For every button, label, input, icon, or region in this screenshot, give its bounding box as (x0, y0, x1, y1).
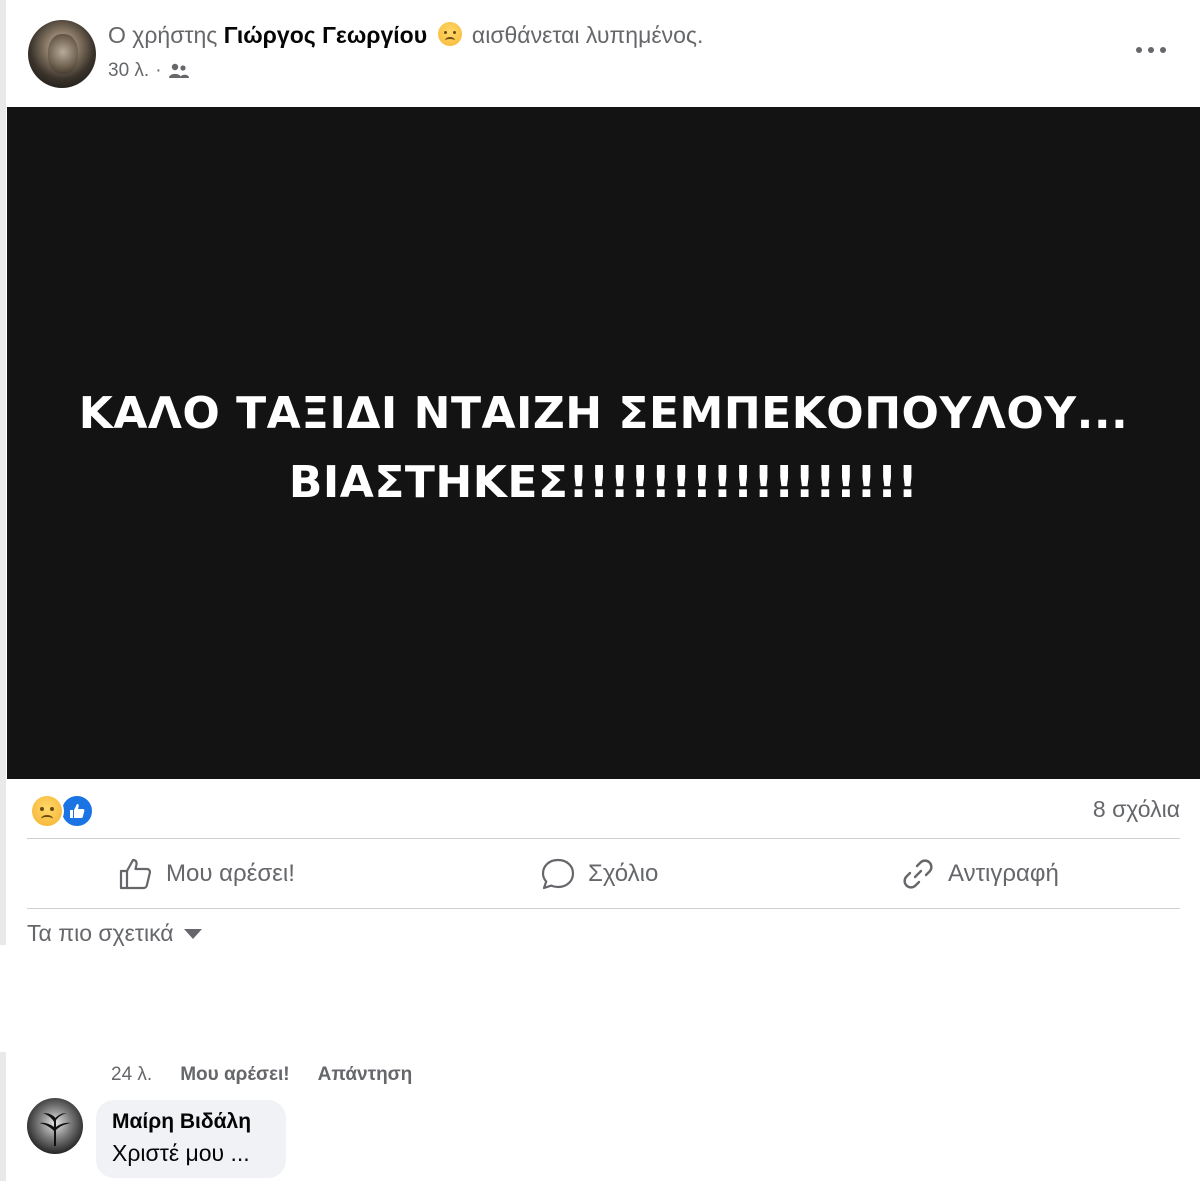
post-card: Ο χρήστης Γιώργος Γεωργίου αισθάνεται λυ… (0, 0, 1200, 947)
divider-bottom (27, 908, 1180, 909)
comment-time[interactable]: 24 λ. (111, 1064, 152, 1086)
post-header: Ο χρήστης Γιώργος Γεωργίου αισθάνεται λυ… (108, 22, 703, 49)
sort-dropdown[interactable]: Τα πιο σχετικά (27, 920, 202, 947)
feed-edge (0, 0, 6, 945)
like-button[interactable]: Μου αρέσει! (118, 854, 295, 894)
caret-down-icon (183, 928, 202, 939)
comment-bubble: Μαίρη Βιδάλη Χριστέ μου ... (96, 1100, 286, 1178)
comment-reply-link[interactable]: Απάντηση (318, 1064, 413, 1086)
like-reaction-icon (60, 794, 94, 828)
post-image[interactable]: ΚΑΛΟ ΤΑΞΙΔΙ ΝΤΑΙΖΗ ΣΕΜΠΕΚΟΠΟΥΛΟΥ... ΒΙΑΣ… (7, 107, 1200, 779)
comment-like-link[interactable]: Μου αρέσει! (180, 1064, 289, 1086)
copy-label: Αντιγραφή (948, 860, 1059, 887)
copy-link-button[interactable]: Αντιγραφή (900, 854, 1059, 894)
comment-meta: 24 λ. Μου αρέσει! Απάντηση (111, 1064, 412, 1086)
avatar-face (48, 34, 78, 74)
comment-label: Σχόλιο (588, 860, 659, 887)
like-icon (119, 858, 152, 890)
image-text-line1: ΚΑΛΟ ΤΑΞΙΔΙ ΝΤΑΙΖΗ ΣΕΜΠΕΚΟΠΟΥΛΟΥ... (78, 388, 1129, 439)
comment-button[interactable]: Σχόλιο (540, 854, 658, 894)
post-time[interactable]: 30 λ. (108, 60, 149, 82)
commenter-avatar[interactable] (27, 1098, 83, 1154)
comment-edge (0, 1052, 6, 1181)
divider-top (27, 838, 1180, 839)
tree-silhouette-icon (39, 1113, 71, 1146)
friends-icon[interactable] (168, 63, 190, 79)
header-prefix: Ο χρήστης (108, 22, 218, 48)
post-meta: 30 λ. · (108, 60, 190, 82)
more-options-icon[interactable] (1134, 44, 1168, 56)
comment-text: Χριστέ μου ... (112, 1140, 250, 1166)
like-label: Μου αρέσει! (166, 860, 295, 887)
sad-face-emoji-icon (437, 22, 462, 46)
feeling-text: αισθάνεται λυπημένος. (471, 22, 704, 48)
commenter-name[interactable]: Μαίρη Βιδάλη (112, 1110, 251, 1134)
author-avatar[interactable] (28, 20, 96, 88)
sad-reaction-icon (30, 794, 64, 828)
comment-icon (541, 858, 575, 890)
sort-label: Τα πιο σχετικά (27, 920, 174, 946)
meta-separator: · (155, 60, 162, 81)
reactions-summary[interactable] (30, 794, 94, 828)
link-icon (903, 859, 933, 889)
comments-count[interactable]: 8 σχόλια (1093, 796, 1180, 823)
image-text-line2: ΒΙΑΣΤΗΚΕΣ!!!!!!!!!!!!!!!!! (288, 457, 919, 508)
author-name[interactable]: Γιώργος Γεωργίου (224, 22, 427, 48)
